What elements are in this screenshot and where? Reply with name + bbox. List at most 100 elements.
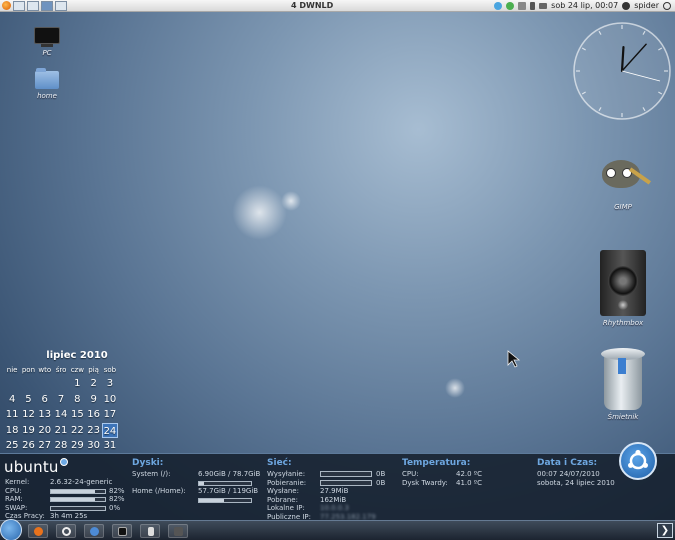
clock-text[interactable]: sob 24 lip, 00:07 — [551, 0, 618, 11]
calendar-day[interactable]: 20 — [37, 423, 53, 439]
thunderbird-task-icon[interactable] — [84, 524, 104, 538]
gimp-icon — [594, 150, 652, 200]
user-icon — [622, 1, 631, 10]
calendar-day[interactable]: 26 — [20, 438, 36, 454]
net-up-graph — [320, 471, 372, 477]
datetime-title: Data i Czas: — [537, 458, 598, 468]
desktop-icon-pc[interactable]: PC — [30, 27, 64, 57]
calendar-day[interactable]: 9 — [85, 392, 101, 408]
net-down-label: Pobieranie: — [267, 478, 307, 487]
ubuntu-logo-icon — [619, 442, 657, 480]
analog-clock — [573, 22, 671, 120]
temp-cpu-label: CPU: — [402, 470, 419, 478]
desktop-icon-home[interactable]: home — [30, 68, 64, 100]
calendar-day-today[interactable]: 24 — [101, 422, 119, 438]
chat-icon[interactable] — [506, 1, 515, 10]
network-icon[interactable] — [494, 1, 503, 10]
show-desktop-button[interactable]: ❯ — [657, 523, 673, 538]
net-up-value: 0B — [376, 470, 386, 478]
calendar-day[interactable]: 27 — [37, 438, 53, 454]
disk-system-bar — [198, 480, 252, 486]
temp-disk-label: Dysk Twardy: — [402, 478, 448, 487]
calendar-day[interactable]: 17 — [102, 407, 118, 423]
calendar-day[interactable]: 7 — [53, 392, 69, 408]
calendar-day[interactable]: 14 — [53, 407, 69, 423]
opera-task-icon[interactable] — [56, 524, 76, 538]
calendar-day[interactable]: 18 — [4, 423, 20, 439]
cpu-label: CPU: — [5, 486, 22, 495]
calendar-weekday: wto — [38, 366, 52, 374]
calendar-day[interactable]: 12 — [20, 407, 36, 423]
calendar-day[interactable]: 28 — [53, 438, 69, 454]
temp-cpu-value: 42.0 ºC — [456, 470, 482, 478]
bottom-panel: ❯ — [0, 519, 675, 540]
main-menu-button[interactable] — [0, 519, 22, 540]
calendar-day[interactable]: 25 — [4, 438, 20, 454]
datetime-line1: 00:07 24/07/2010 — [537, 470, 600, 478]
files-task-icon[interactable] — [168, 524, 188, 538]
calendar-day[interactable]: 16 — [85, 407, 101, 423]
local-ip-label: Lokalne IP: — [267, 504, 305, 512]
clock-hour-hand — [620, 45, 625, 73]
swap-value: 0% — [109, 503, 121, 512]
disk-home-label: Home (/Home): — [132, 487, 186, 495]
calendar-day[interactable]: 15 — [69, 407, 85, 423]
calendar-day[interactable]: 10 — [102, 392, 118, 408]
workspace-2[interactable] — [27, 1, 39, 11]
home-folder-icon — [35, 68, 59, 89]
calendar-day[interactable]: 22 — [69, 423, 85, 439]
calendar-empty-cell — [4, 376, 20, 392]
user-name[interactable]: spider — [634, 0, 659, 11]
desktop-icon-label: Rhythmbox — [602, 319, 644, 327]
desktop-icon-label: Śmietnik — [607, 413, 639, 421]
calendar-day[interactable]: 13 — [37, 407, 53, 423]
calendar-day[interactable]: 1 — [69, 376, 85, 392]
battery-task-icon[interactable] — [140, 524, 160, 538]
calendar-day[interactable]: 2 — [85, 376, 101, 392]
calendar-day[interactable]: 30 — [85, 438, 101, 454]
firefox-task-icon[interactable] — [28, 524, 48, 538]
rhythmbox-icon — [600, 250, 646, 316]
workspace-3[interactable] — [41, 1, 53, 11]
calendar-day[interactable]: 19 — [20, 423, 36, 439]
calendar-day[interactable]: 5 — [20, 392, 36, 408]
net-recv-value: 162MiB — [320, 495, 347, 504]
wallpaper-glare — [445, 378, 465, 398]
local-ip-value: 10.0.0.3 — [320, 504, 349, 512]
battery-icon[interactable] — [530, 1, 536, 10]
desktop-icon-gimp[interactable]: GIMP — [588, 150, 658, 211]
workspace-1[interactable] — [13, 1, 25, 11]
network-title: Sieć: — [267, 458, 292, 468]
calendar-day[interactable]: 11 — [4, 407, 20, 423]
calendar-day[interactable]: 23 — [85, 423, 101, 439]
terminal-task-icon[interactable] — [112, 524, 132, 538]
calendar-day[interactable]: 29 — [69, 438, 85, 454]
net-sent-label: Wysłane: — [267, 487, 299, 495]
temp-disk-value: 41.0 ºC — [456, 478, 482, 487]
wallpaper-glare — [232, 185, 287, 240]
window-title[interactable]: 4 DWNLD — [291, 0, 333, 11]
calendar-day[interactable]: 6 — [37, 392, 53, 408]
workspace-4[interactable] — [55, 1, 67, 11]
power-icon[interactable] — [663, 1, 671, 10]
datetime-section: Data i Czas: 00:07 24/07/2010 sobota, 24… — [537, 458, 615, 487]
calendar-empty-cell — [53, 376, 69, 392]
trash-icon — [601, 348, 645, 410]
calendar-day[interactable]: 4 — [4, 392, 20, 408]
firefox-icon[interactable] — [2, 1, 11, 10]
mail-icon[interactable] — [539, 2, 548, 9]
calendar-weekday: nie — [6, 366, 18, 374]
computer-icon — [34, 27, 60, 44]
calendar-day[interactable]: 8 — [69, 392, 85, 408]
desktop-icon-rhythmbox[interactable]: Rhythmbox — [588, 250, 658, 327]
cpu-bar — [50, 488, 106, 494]
kernel-value: 2.6.32-24-generic — [50, 478, 113, 486]
calendar-day[interactable]: 3 — [102, 376, 118, 392]
disk-home-value: 57.7GiB / 119GiB — [198, 487, 259, 495]
calendar-day[interactable]: 31 — [102, 438, 118, 454]
calendar-day[interactable]: 21 — [53, 423, 69, 439]
desktop-icon-trash[interactable]: Śmietnik — [588, 348, 658, 421]
net-up-label: Wysyłanie: — [267, 470, 306, 478]
net-sent-value: 27.9MiB — [320, 487, 349, 495]
volume-icon[interactable] — [518, 1, 527, 10]
